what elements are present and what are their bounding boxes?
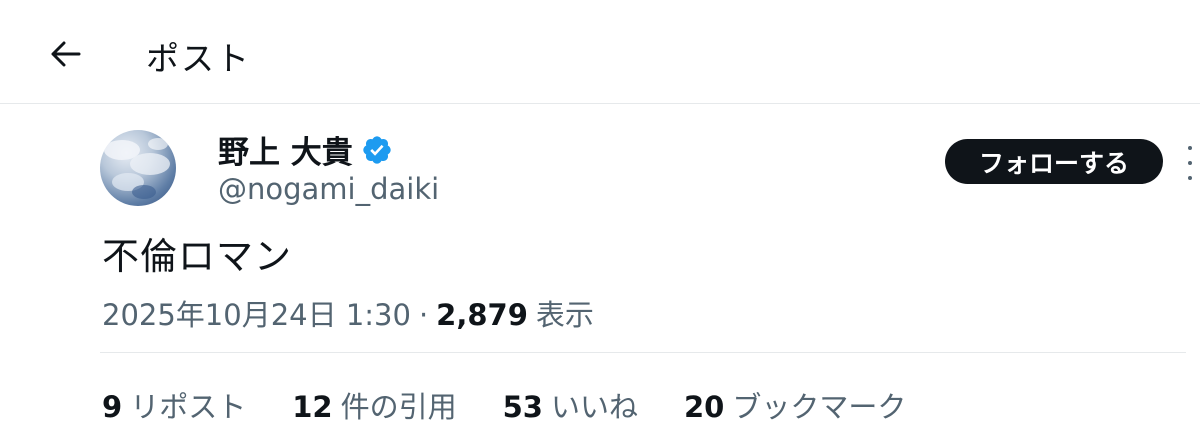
engagement-stats: 9 リポスト 12 件の引用 53 いいね 20 ブックマーク [102,384,952,426]
stat-count: 20 [683,390,725,424]
stat-reposts[interactable]: 9 リポスト [102,384,246,426]
stat-likes[interactable]: 53 いいね [503,384,638,426]
timestamp[interactable]: 2025年10月24日 1:30 [102,292,411,334]
follow-button[interactable]: フォローする [945,139,1163,184]
page-title: ポスト [146,39,251,78]
more-options-icon[interactable] [1180,146,1200,180]
stat-quotes[interactable]: 12 件の引用 [292,384,456,426]
views-count: 2,879 [436,298,528,332]
avatar-image [104,138,170,199]
meta-separator: · [418,298,429,332]
stat-count: 12 [292,390,333,424]
top-bar: ポスト [0,0,1200,104]
author-handle[interactable]: @nogami_daiki [218,172,439,206]
author-name-row[interactable]: 野上 大貴 [218,127,393,172]
stat-label: いいね [550,390,638,424]
arrow-left-icon [51,41,81,67]
verified-badge-icon [363,135,391,164]
stat-label: 件の引用 [340,390,457,424]
back-button[interactable] [38,28,94,80]
views-label: 表示 [535,298,594,332]
tweet-meta: 2025年10月24日 1:30 · 2,879 表示 [102,292,594,334]
display-name[interactable]: 野上 大貴 [218,127,353,172]
tweet-text: 不倫ロマン [102,235,292,278]
stat-label: ブックマーク [732,390,907,424]
stat-bookmarks[interactable]: 20 ブックマーク [684,384,906,426]
stat-count: 53 [502,390,543,424]
avatar[interactable] [100,130,176,206]
stat-label: リポスト [130,390,247,424]
divider [100,352,1186,353]
stat-count: 9 [102,390,123,424]
